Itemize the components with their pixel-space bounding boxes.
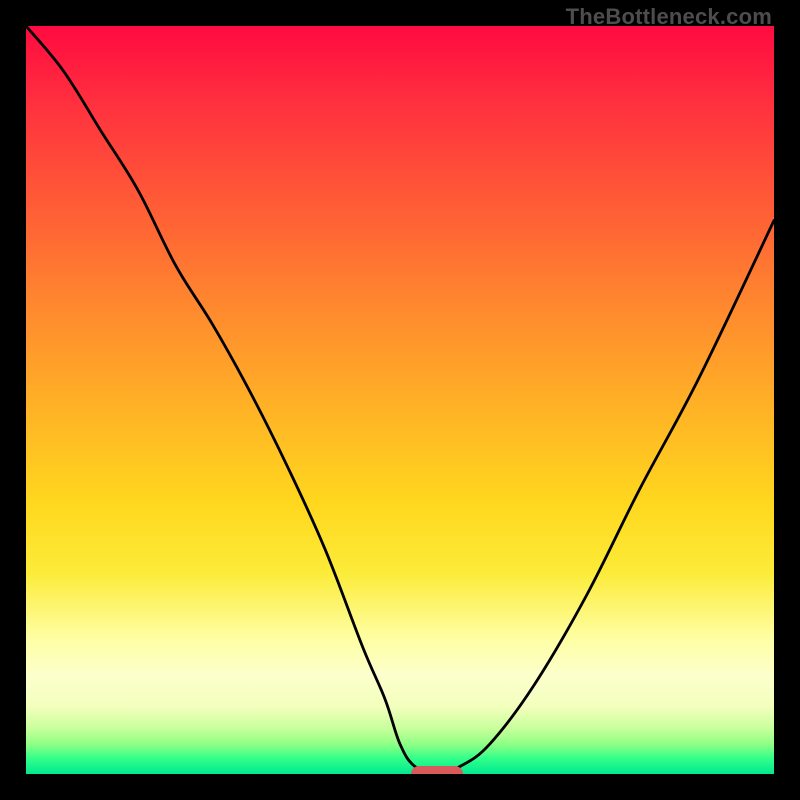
bottleneck-curve: [26, 26, 774, 774]
optimal-marker: [411, 766, 463, 774]
curve-path: [26, 26, 774, 774]
chart-frame: TheBottleneck.com: [0, 0, 800, 800]
plot-area: [26, 26, 774, 774]
